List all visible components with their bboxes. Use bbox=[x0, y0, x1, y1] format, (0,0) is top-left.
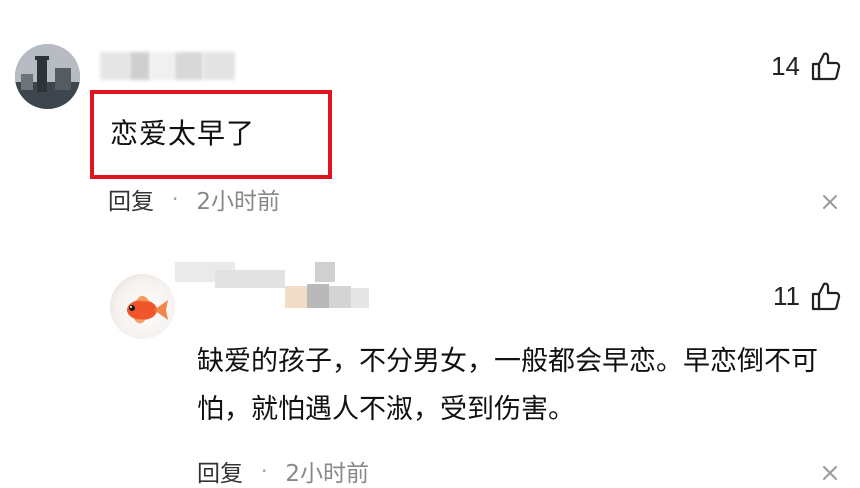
thumbs-up-icon[interactable] bbox=[810, 50, 842, 82]
like-control[interactable]: 11 bbox=[773, 280, 842, 312]
comment-meta: 回复 · 2小时前 bbox=[108, 182, 280, 216]
comment-meta: 回复 · 2小时前 bbox=[197, 454, 369, 488]
timestamp: 2小时前 bbox=[196, 189, 280, 215]
reply-button[interactable]: 回复 bbox=[197, 454, 243, 488]
goldfish-avatar-image bbox=[127, 295, 168, 324]
avatar[interactable] bbox=[110, 274, 175, 339]
avatar[interactable] bbox=[15, 44, 80, 109]
avatar-image bbox=[15, 44, 80, 109]
username-blurred bbox=[100, 52, 235, 80]
reply-button[interactable]: 回复 bbox=[108, 182, 154, 216]
meta-separator: · bbox=[172, 187, 179, 211]
comment-text: 恋爱太早了 bbox=[110, 117, 256, 150]
close-icon[interactable] bbox=[820, 192, 840, 212]
like-count: 11 bbox=[773, 280, 800, 311]
close-icon[interactable] bbox=[820, 463, 840, 483]
thumbs-up-icon[interactable] bbox=[810, 280, 842, 312]
comment-text: 缺爱的孩子，不分男女，一般都会早恋。早恋倒不可怕，就怕遇人不淑，受到伤害。 bbox=[197, 346, 818, 425]
meta-separator: · bbox=[261, 459, 268, 483]
timestamp: 2小时前 bbox=[285, 461, 369, 487]
like-count: 14 bbox=[771, 50, 800, 81]
like-control[interactable]: 14 bbox=[771, 50, 842, 82]
username-blurred bbox=[175, 260, 375, 310]
comment-thread: 14 恋爱太早了 回复 · 2小时前 11 缺爱的孩子，不分男女，一般都会早恋。… bbox=[0, 0, 860, 488]
